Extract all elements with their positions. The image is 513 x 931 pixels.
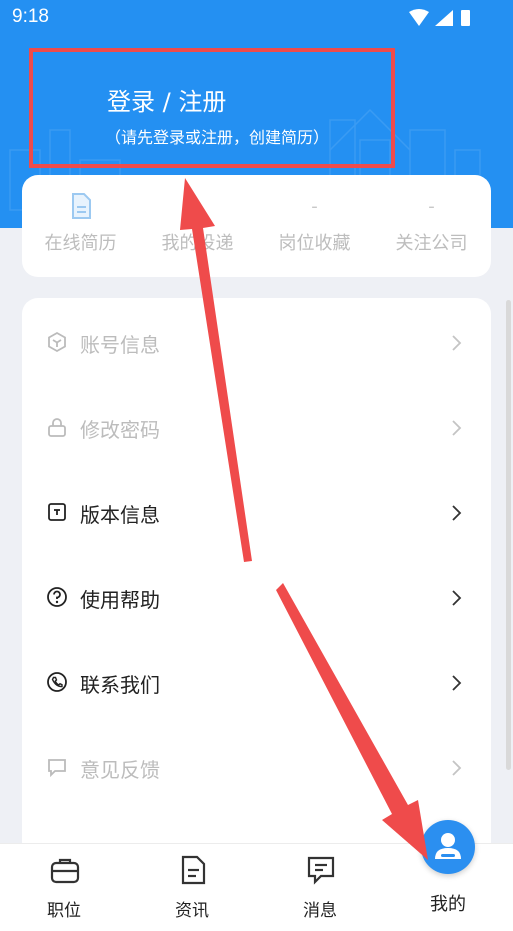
menu-label: 修改密码 [80,418,160,442]
menu-item-feedback[interactable]: 意见反馈 [22,738,491,798]
login-subtitle: （请先登录或注册，创建简历） [105,128,330,147]
login-title: 登录 / 注册 [107,88,227,116]
version-icon [48,503,66,521]
tab-messages[interactable]: 消息 [256,844,384,931]
wifi-icon [409,9,429,26]
stat-label: 我的投递 [161,233,234,254]
stat-online-resume[interactable]: 在线简历 [22,193,139,255]
battery-icon [461,10,470,26]
menu-label: 使用帮助 [80,588,160,612]
menu-label: 版本信息 [80,503,160,527]
phone-icon [47,672,67,692]
status-time: 9:18 [12,6,49,27]
tab-label: 我的 [430,894,466,915]
help-icon [47,587,67,607]
stat-label: 岗位收藏 [278,233,351,254]
menu-item-help[interactable]: 使用帮助 [22,568,491,628]
stat-saved-jobs[interactable]: - 岗位收藏 [256,193,373,255]
menu-label: 账号信息 [80,333,160,357]
stat-followed-companies[interactable]: - 关注公司 [373,193,490,255]
menu-item-version-info[interactable]: 版本信息 [22,483,491,543]
chevron-right-icon [452,590,462,606]
stat-value: - [428,196,435,217]
stat-value [22,193,139,221]
briefcase-icon [50,858,80,884]
status-bar: 9:18 [0,0,513,36]
stats-card: 在线简历 我的投递 - 岗位收藏 - 关注公司 [22,175,491,277]
chevron-right-icon [452,505,462,521]
tab-news[interactable]: 资讯 [128,844,256,931]
user-icon[interactable] [421,820,475,874]
tab-label: 资讯 [175,901,209,921]
scrollbar[interactable] [506,300,511,770]
chevron-right-icon [452,760,462,776]
stat-label: 在线简历 [44,233,117,254]
signal-icon [435,10,453,26]
document-icon [71,193,91,219]
tab-jobs[interactable]: 职位 [0,844,128,931]
cube-icon [48,331,66,353]
lock-icon [48,418,66,437]
chat-icon [48,759,66,778]
stat-value [139,193,256,221]
menu-label: 联系我们 [80,673,160,697]
news-icon [181,855,206,885]
login-register-button[interactable]: 登录 / 注册 （请先登录或注册，创建简历） [29,48,395,168]
menu-label: 意见反馈 [80,758,160,782]
message-icon [307,856,335,885]
menu-item-contact-us[interactable]: 联系我们 [22,653,491,713]
stat-label: 关注公司 [395,233,468,254]
menu-item-change-password[interactable]: 修改密码 [22,398,491,458]
menu-card: 账号信息 修改密码 版本信息 使用帮助 联系我们 意见反馈 [22,298,491,858]
menu-item-account-info[interactable]: 账号信息 [22,313,491,373]
tab-label: 消息 [303,901,337,921]
chevron-right-icon [452,420,462,436]
stat-my-applications[interactable]: 我的投递 [139,193,256,255]
status-icons [407,8,477,33]
chevron-right-icon [452,335,462,351]
stat-value: - [311,196,318,217]
tab-label: 职位 [47,901,81,921]
chevron-right-icon [452,675,462,691]
